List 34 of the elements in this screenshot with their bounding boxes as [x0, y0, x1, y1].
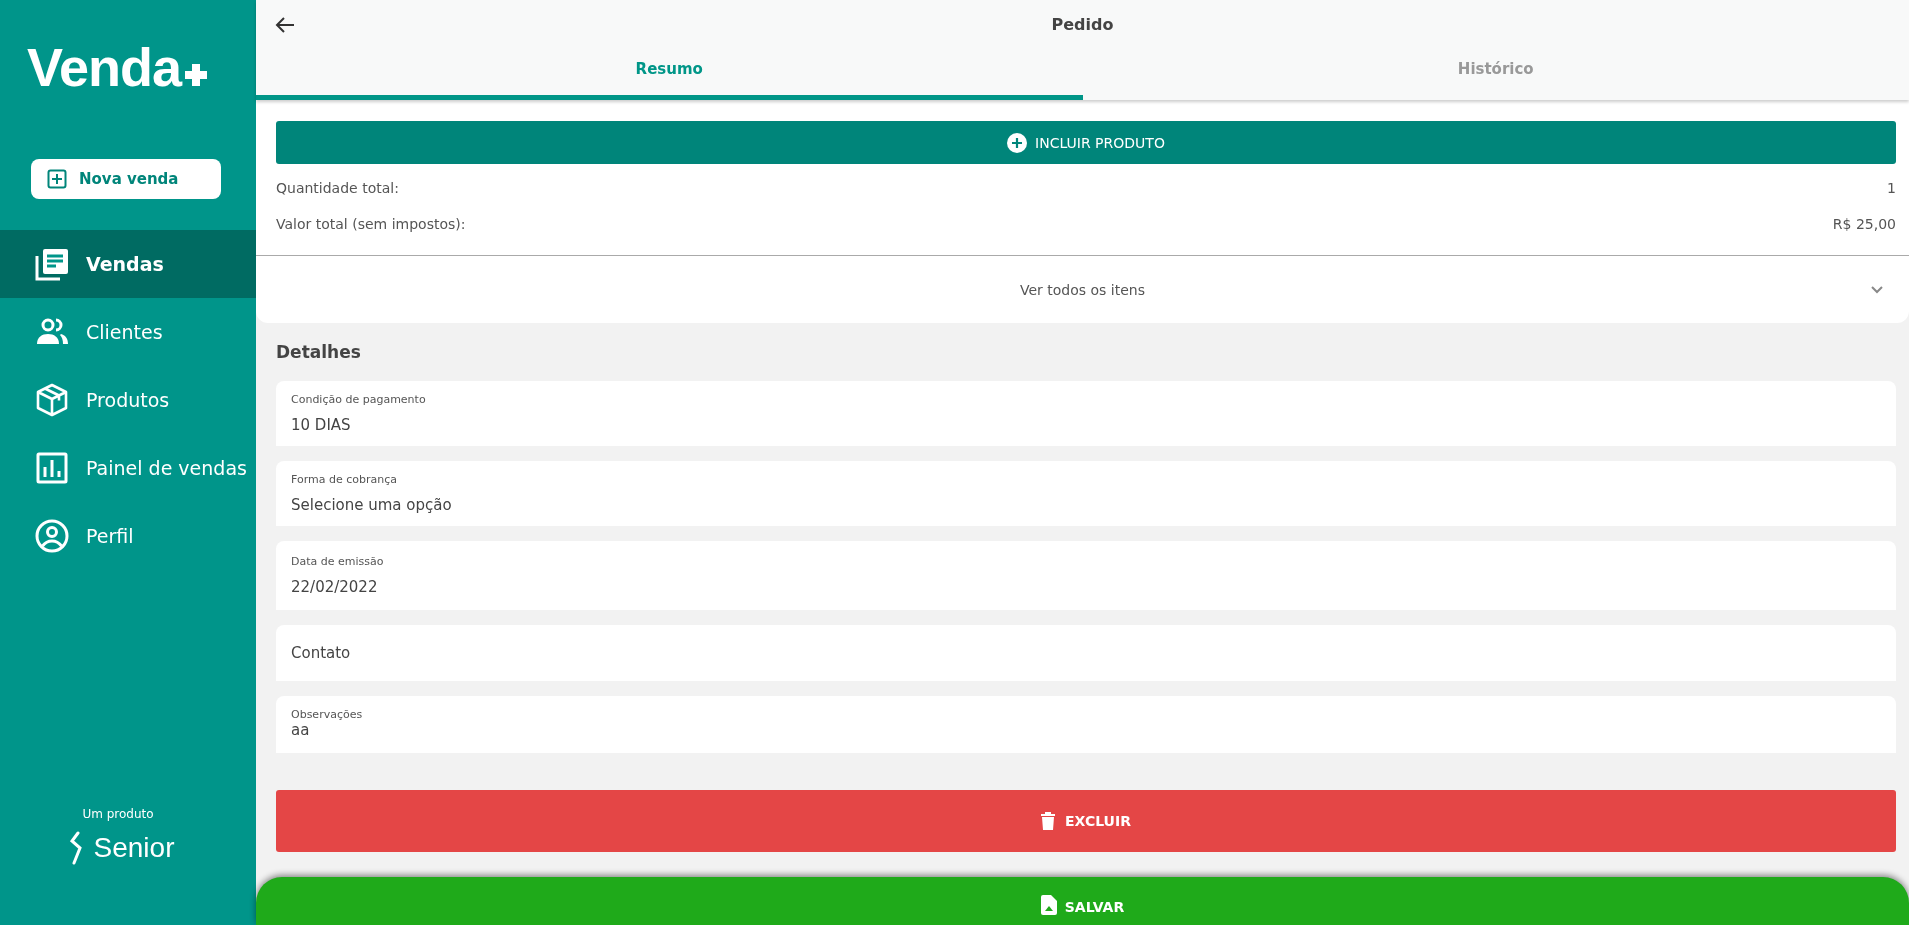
form-field[interactable]: Data de emissão 22/02/2022 [276, 541, 1896, 610]
see-all-items-link[interactable]: Ver todos os itens [1020, 281, 1145, 298]
file-icon [1040, 895, 1057, 915]
footer-caption: Um produto [82, 807, 154, 821]
new-sale-button[interactable]: Nova venda [31, 159, 221, 199]
sidebar-item[interactable]: Vendas [0, 230, 256, 298]
add-product-button[interactable]: INCLUIR PRODUTO [276, 121, 1896, 164]
sidebar-item[interactable]: Painel de vendas [0, 434, 256, 502]
form-field[interactable]: Contato [276, 625, 1896, 681]
section-title: Detalhes [276, 342, 361, 362]
form-field[interactable]: Forma de cobrança Selecione uma opção [276, 461, 1896, 526]
form-field[interactable]: Condição de pagamento 10 DIAS [276, 381, 1896, 446]
box-icon [34, 382, 70, 418]
page-title: Pedido [1051, 14, 1114, 34]
form-field[interactable]: Observações aa [276, 696, 1896, 753]
trash-icon [1041, 812, 1056, 830]
save-button[interactable]: SALVAR [256, 877, 1909, 925]
sidebar-item[interactable]: Clientes [0, 298, 256, 366]
bar-chart-icon [34, 450, 70, 486]
plus-circle-icon [1007, 132, 1028, 153]
plus-icon [183, 62, 210, 88]
app-logo: Venda [27, 40, 182, 94]
delete-button[interactable]: EXCLUIR [276, 790, 1896, 852]
total-label: Valor total (sem impostos): [276, 216, 466, 232]
profile-icon [34, 518, 70, 554]
total-value: R$ 25,00 [1832, 216, 1896, 232]
add-square-icon [47, 169, 67, 189]
tab[interactable]: Histórico [1082, 48, 1909, 100]
brand-logo: Senior [93, 832, 175, 864]
sidebar-item[interactable]: Perfil [0, 502, 256, 570]
documents-icon [34, 246, 70, 282]
total-value: 1 [1887, 180, 1896, 196]
total-label: Quantidade total: [276, 180, 399, 196]
sidebar-item[interactable]: Produtos [0, 366, 256, 434]
